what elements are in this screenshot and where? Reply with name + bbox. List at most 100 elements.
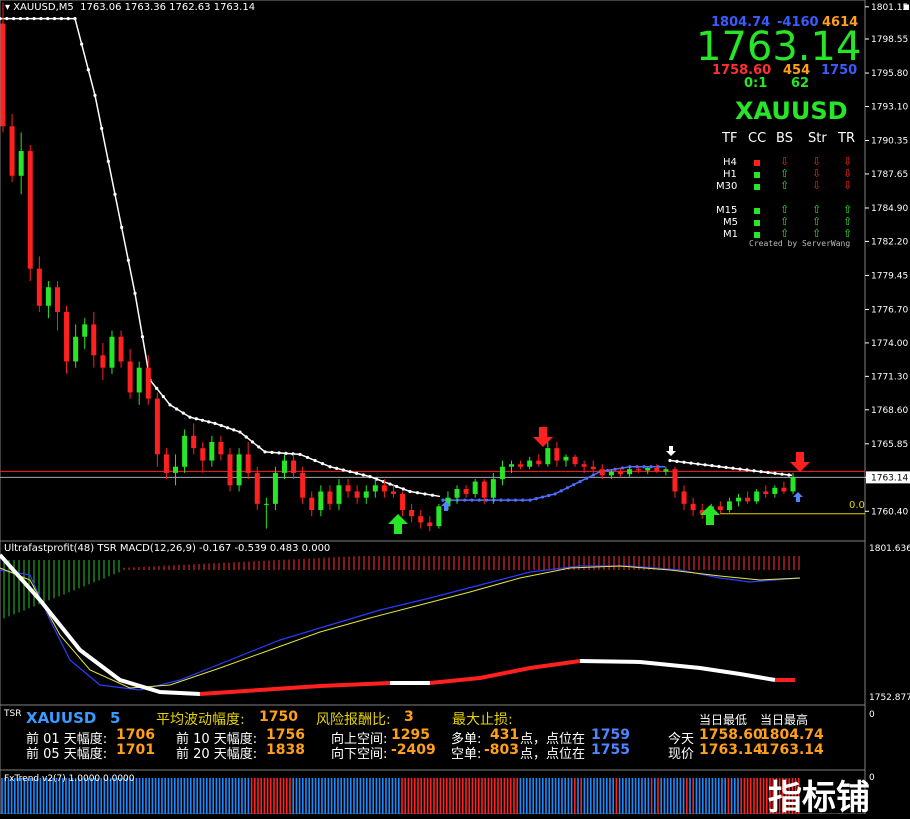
indicator-window[interactable] xyxy=(0,540,866,706)
trail-dot xyxy=(126,258,130,262)
candle-body xyxy=(454,489,460,498)
candle-body xyxy=(209,441,215,461)
trail-dot xyxy=(73,16,77,21)
candle-body xyxy=(372,485,378,492)
trail-dot xyxy=(689,461,693,465)
day5-label: 前 05 天幅度: xyxy=(26,747,108,762)
candle-body xyxy=(163,454,169,473)
candle-body xyxy=(518,464,524,467)
candle-body xyxy=(436,506,442,527)
candle-body xyxy=(572,456,578,465)
blue-trail-dot xyxy=(470,498,474,502)
price-tick-label: 1790.35 xyxy=(871,137,908,147)
trail-dot xyxy=(200,418,205,422)
price-tick-label: 1784.90 xyxy=(871,204,908,214)
candle-body xyxy=(136,367,142,393)
down-space-label: 向下空间: xyxy=(331,747,388,762)
trail-dot xyxy=(39,16,43,21)
trail-dot xyxy=(181,411,185,415)
candle-body xyxy=(590,466,596,470)
trail-dot xyxy=(120,225,124,229)
short-unit: 点，点位在 xyxy=(520,747,586,762)
trail-dot xyxy=(717,464,721,469)
candle-body xyxy=(0,23,6,127)
candle-body xyxy=(608,471,614,476)
trail-dot xyxy=(194,417,198,421)
candle-body xyxy=(490,479,496,498)
trail-dot xyxy=(745,468,749,472)
price-tick-label: 1795.80 xyxy=(871,69,908,79)
close-icon[interactable]: ▪ xyxy=(903,0,910,13)
trail-dot xyxy=(25,16,29,21)
candle-body xyxy=(254,472,260,504)
ratio-value: 0:1 xyxy=(744,76,768,91)
candle-body xyxy=(481,481,487,498)
trail-dot xyxy=(270,450,274,454)
dropdown-triangle-icon[interactable]: ▾ xyxy=(5,2,13,13)
trail-dot xyxy=(752,469,756,473)
candle-body xyxy=(27,151,33,269)
candle-body xyxy=(300,472,306,498)
blue-trail-dot xyxy=(463,498,467,502)
price-tick-label: 1782.20 xyxy=(871,237,908,247)
candle-body xyxy=(191,435,197,449)
candle-body xyxy=(263,503,269,505)
trail-dot xyxy=(368,475,372,479)
table-header-tf: TF xyxy=(722,131,738,146)
indicator-tick-label: 1752.877 xyxy=(869,693,910,703)
max-stoploss-label: 最大止损: xyxy=(452,712,513,728)
trail-dot xyxy=(93,93,97,97)
trail-dot xyxy=(263,450,267,454)
up-arrow-icon: ⇧ xyxy=(780,179,790,192)
candle-body xyxy=(400,493,406,511)
trail-dot xyxy=(113,192,117,196)
trail-dot xyxy=(86,68,90,72)
candle-body xyxy=(527,460,533,467)
candle-body xyxy=(45,287,51,306)
trail-dot xyxy=(696,462,700,466)
rr-value: 3 xyxy=(404,709,414,725)
candle-body xyxy=(173,466,179,473)
trail-dot xyxy=(133,291,137,296)
tsr-tag: TSR xyxy=(4,709,22,719)
trail-dot xyxy=(361,473,365,477)
trail-dot xyxy=(738,467,742,471)
watermark: 指标铺 xyxy=(768,778,870,818)
today-low-label: 当日最低 xyxy=(699,713,748,727)
blue-trail-dot xyxy=(585,476,589,480)
candle-body xyxy=(599,469,605,476)
blue-trail-dot xyxy=(484,498,489,502)
trail-dot xyxy=(291,452,295,456)
blue-trail-dot xyxy=(605,468,610,473)
candle-body xyxy=(463,489,469,494)
candle-body xyxy=(617,471,623,475)
table-header-str: Str xyxy=(808,131,827,146)
table-row-tf: M15 xyxy=(716,205,738,216)
price-tick-label: 1787.65 xyxy=(871,170,908,180)
trail-dot xyxy=(250,440,255,444)
candle-body xyxy=(154,398,160,455)
trail-dot xyxy=(703,463,707,467)
candle-body xyxy=(509,464,515,467)
candle-body xyxy=(36,268,42,306)
trail-dot xyxy=(408,489,412,494)
trail-dot xyxy=(277,451,281,455)
down-space-value: -2409 xyxy=(391,742,436,758)
candle-body xyxy=(54,287,60,312)
candle-body xyxy=(772,487,778,494)
trail-dot xyxy=(682,460,686,464)
candle-body xyxy=(418,516,424,523)
trail-dot xyxy=(66,16,70,21)
rr-label: 风险报酬比: xyxy=(316,712,391,728)
candle-body xyxy=(182,435,188,467)
trail-dot xyxy=(244,435,248,439)
candle-body xyxy=(554,448,560,461)
long-level: 1759 xyxy=(591,727,630,743)
candle-body xyxy=(345,485,351,492)
trail-dot xyxy=(232,428,236,432)
cc-square-icon xyxy=(754,184,760,190)
level-value: 1750 xyxy=(821,63,858,78)
trail-dot xyxy=(787,473,791,477)
trail-dot xyxy=(155,386,159,390)
candle-body xyxy=(18,151,24,176)
